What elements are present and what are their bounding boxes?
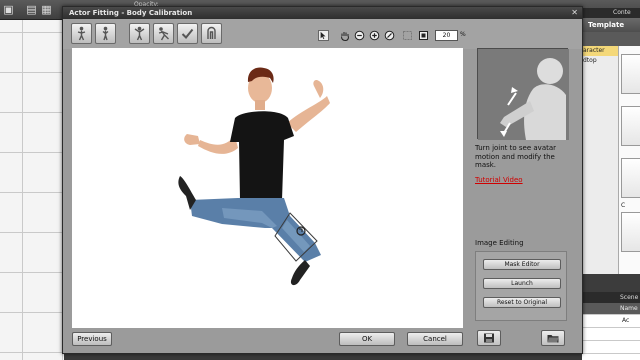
tree-item[interactable]: aracter	[582, 46, 618, 56]
pan-hand-icon	[341, 32, 349, 41]
zoom-unit: %	[460, 31, 466, 38]
zoom-out-icon	[354, 30, 365, 41]
actor-photo[interactable]	[72, 48, 463, 328]
template-thumbnail[interactable]	[621, 54, 640, 94]
zoom-input[interactable]: 20	[435, 30, 458, 41]
template-thumbnail[interactable]	[621, 106, 640, 146]
content-panel: Conte Template aracter dtop C Scene Name…	[582, 8, 640, 360]
front-pose-button[interactable]	[71, 23, 92, 44]
dialog-title: Actor Fitting - Body Calibration	[69, 9, 193, 17]
zoom-reset-icon	[384, 30, 395, 41]
front-pose-icon	[77, 26, 86, 41]
fit-view-button[interactable]	[402, 30, 413, 41]
scene-row-label[interactable]: Ac	[622, 317, 629, 324]
zoom-out-button[interactable]	[354, 30, 365, 41]
actor-fitting-dialog: Actor Fitting - Body Calibration ✕ 20 % …	[62, 6, 583, 354]
confirm-button[interactable]	[177, 23, 198, 44]
save-button[interactable]	[477, 330, 501, 346]
select-arrow-icon	[320, 31, 326, 40]
side-pose-button[interactable]	[95, 23, 116, 44]
align-icon[interactable]: ▣	[2, 4, 15, 16]
mask-pose-icon	[207, 26, 216, 39]
previous-button[interactable]: Previous	[72, 332, 112, 346]
scene-column-name[interactable]: Name	[582, 303, 640, 314]
reset-to-original-button[interactable]: Reset to Original	[483, 297, 561, 308]
zoom-in-button[interactable]	[369, 30, 380, 41]
dialog-titlebar[interactable]: Actor Fitting - Body Calibration ✕	[63, 7, 582, 19]
close-icon[interactable]: ✕	[571, 7, 578, 19]
save-icon	[484, 333, 494, 343]
tutorial-video-link[interactable]: Tutorial Video	[475, 176, 523, 184]
content-panel-iconbar	[582, 32, 640, 46]
arms-pose-icon	[134, 26, 145, 41]
grid-icon[interactable]: ▦	[40, 4, 53, 16]
actual-size-button[interactable]	[418, 30, 429, 41]
zoom-in-icon	[369, 30, 380, 41]
template-tree: aracter dtop	[582, 46, 618, 274]
tree-item[interactable]: dtop	[582, 56, 618, 66]
tab-template[interactable]: Template	[582, 18, 640, 32]
select-tool-button[interactable]	[318, 30, 329, 41]
launch-button[interactable]: Launch	[483, 278, 561, 289]
hint-text: Turn joint to see avatar motion and modi…	[475, 144, 557, 169]
actual-size-icon	[419, 31, 428, 40]
zoom-reset-button[interactable]	[384, 30, 395, 41]
thumbnail-label: C	[621, 202, 626, 209]
actor-preview[interactable]	[72, 48, 463, 328]
arms-pose-button[interactable]	[129, 23, 150, 44]
bend-pose-icon	[158, 27, 169, 41]
template-thumbnail[interactable]	[621, 158, 640, 198]
content-panel-header: Conte	[582, 8, 640, 18]
fit-icon	[403, 31, 412, 40]
cancel-button[interactable]: Cancel	[407, 332, 463, 346]
bend-pose-button[interactable]	[153, 23, 174, 44]
confirm-check-icon	[181, 28, 194, 39]
pan-tool-button[interactable]	[339, 30, 350, 41]
template-thumbnails: C	[618, 46, 640, 274]
image-editing-group: Mask Editor Launch Reset to Original	[475, 251, 567, 321]
joint-hint-image	[477, 48, 569, 140]
side-panel: Turn joint to see avatar motion and modi…	[469, 48, 577, 346]
scene-panel-header: Scene	[582, 292, 640, 303]
layers-icon[interactable]: ▤	[25, 4, 38, 16]
side-pose-icon	[102, 26, 109, 41]
workspace-canvas[interactable]	[0, 20, 64, 360]
image-editing-label: Image Editing	[475, 239, 524, 247]
dialog-toolbar: 20 %	[63, 19, 582, 49]
open-folder-button[interactable]	[541, 330, 565, 346]
mask-pose-button[interactable]	[201, 23, 222, 44]
ok-button[interactable]: OK	[339, 332, 395, 346]
avatar-joint-illustration	[478, 49, 569, 140]
mask-editor-button[interactable]: Mask Editor	[483, 259, 561, 270]
template-thumbnail[interactable]	[621, 212, 640, 252]
scene-list: Ac	[582, 314, 640, 360]
open-folder-icon	[547, 335, 559, 343]
